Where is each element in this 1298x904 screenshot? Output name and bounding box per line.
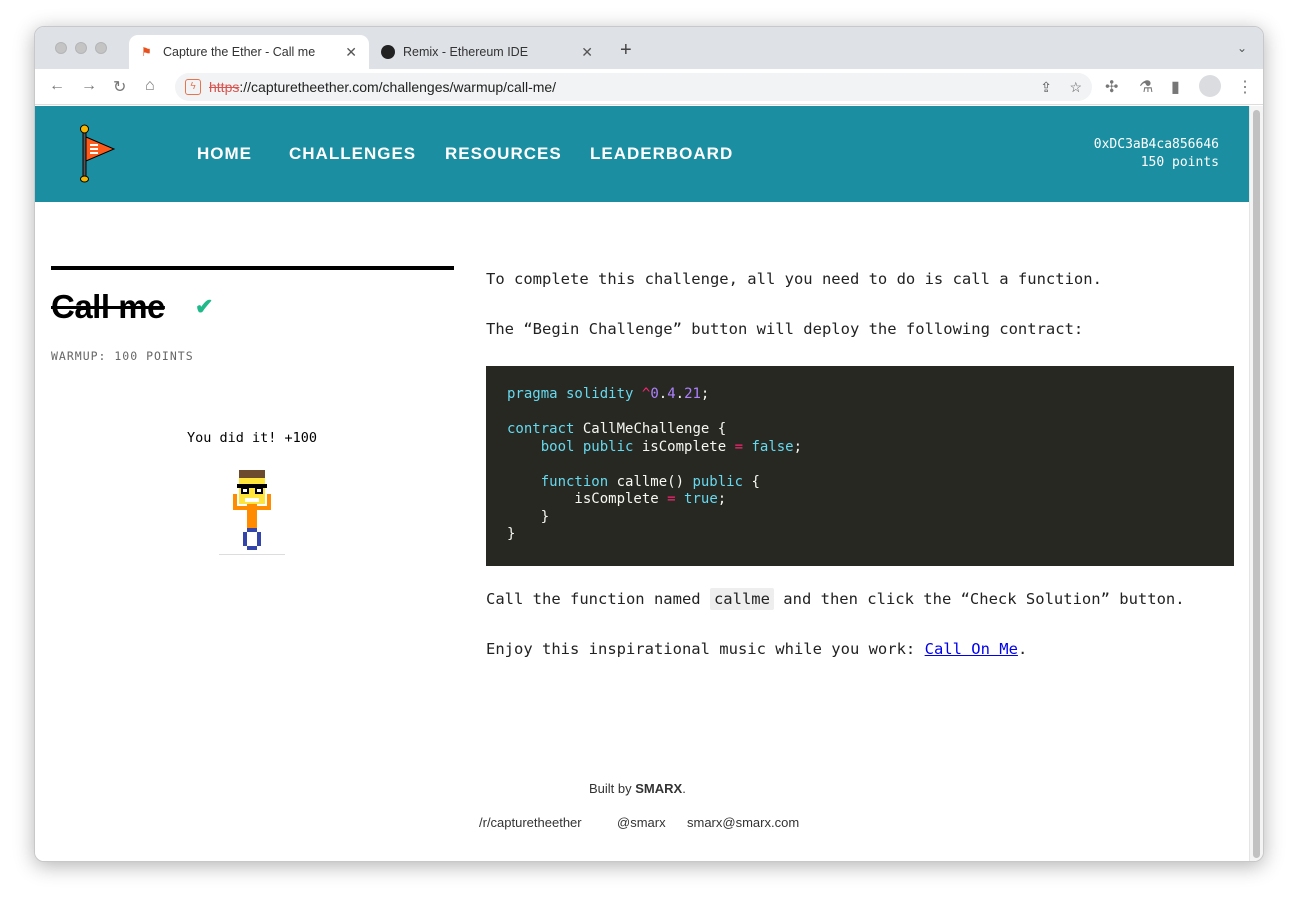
url-scheme: https <box>209 79 240 95</box>
new-tab-icon[interactable]: + <box>620 39 632 62</box>
site-header: HOME CHALLENGES RESOURCES LEADERBOARD 0x… <box>35 106 1251 202</box>
instruction-pre: Call the function named <box>486 590 710 608</box>
intro-text: To complete this challenge, all you need… <box>486 270 1102 288</box>
back-icon[interactable]: ← <box>49 77 65 95</box>
instruction-text: Call the function named callme and then … <box>486 588 1185 610</box>
tab-title: Remix - Ethereum IDE <box>403 45 529 59</box>
bookmark-star-icon[interactable]: ☆ <box>1069 79 1082 96</box>
account-points: 150 points <box>1140 155 1219 170</box>
page: HOME CHALLENGES RESOURCES LEADERBOARD 0x… <box>35 106 1251 861</box>
maximize-window-button[interactable] <box>95 42 107 54</box>
email-link[interactable]: smarx@smarx.com <box>687 815 799 830</box>
built-by: Built by SMARX. <box>589 781 686 796</box>
scrollbar[interactable] <box>1249 106 1263 861</box>
tab-strip: ⚑ Capture the Ether - Call me ✕ Remix - … <box>35 27 1263 69</box>
extensions-icon[interactable]: ✣ <box>1105 77 1118 97</box>
close-tab-icon[interactable]: ✕ <box>345 44 357 61</box>
result-message: You did it! +100 <box>187 430 318 446</box>
account-info: 0xDC3aB4ca856646 150 points <box>1094 136 1219 172</box>
side-panel-icon[interactable]: ▮ <box>1171 77 1180 97</box>
reload-icon[interactable]: ↻ <box>113 77 126 97</box>
inline-code-callme: callme <box>709 588 774 610</box>
close-window-button[interactable] <box>55 42 67 54</box>
account-address: 0xDC3aB4ca856646 <box>1093 137 1219 152</box>
built-by-label: Built by <box>589 781 636 796</box>
close-tab-icon[interactable]: ✕ <box>581 44 593 61</box>
reddit-link[interactable]: /r/capturetheether <box>479 815 582 830</box>
instruction-post: and then click the “Check Solution” butt… <box>773 590 1185 608</box>
challenge-category: WARMUP: 100 POINTS <box>51 349 194 363</box>
home-icon[interactable]: ⌂ <box>145 77 155 95</box>
browser-window: ⚑ Capture the Ether - Call me ✕ Remix - … <box>34 26 1264 862</box>
forward-icon[interactable]: → <box>81 77 97 95</box>
call-on-me-link[interactable]: Call On Me <box>925 640 1018 658</box>
nav-challenges[interactable]: CHALLENGES <box>289 144 416 164</box>
dancing-character-icon <box>219 470 285 555</box>
logo-flag-icon[interactable] <box>77 124 117 184</box>
nav-home[interactable]: HOME <box>197 144 252 164</box>
author-link[interactable]: SMARX <box>635 781 682 796</box>
tab-search-icon[interactable]: ⌄ <box>1237 41 1247 55</box>
tab-title: Capture the Ether - Call me <box>163 45 316 59</box>
toolbar: ← → ↻ ⌂ ϟ https://capturetheether.com/ch… <box>35 69 1263 105</box>
labs-icon[interactable]: ⚗ <box>1139 77 1153 97</box>
minimize-window-button[interactable] <box>75 42 87 54</box>
url-path: ://capturetheether.com/challenges/warmup… <box>239 79 557 95</box>
scrollbar-thumb[interactable] <box>1253 110 1260 858</box>
completed-check-icon: ✔ <box>195 294 214 319</box>
address-bar[interactable]: ϟ https://capturetheether.com/challenges… <box>175 73 1092 101</box>
menu-icon[interactable]: ⋮ <box>1237 77 1253 97</box>
remix-icon <box>381 45 395 59</box>
flag-icon: ⚑ <box>141 45 152 59</box>
not-secure-icon[interactable]: ϟ <box>185 79 201 95</box>
nav-leaderboard[interactable]: LEADERBOARD <box>590 144 733 164</box>
tab-capture-the-ether[interactable]: ⚑ Capture the Ether - Call me ✕ <box>129 35 369 69</box>
title-divider <box>51 266 454 270</box>
twitter-link[interactable]: @smarx <box>617 815 666 830</box>
music-text: Enjoy this inspirational music while you… <box>486 640 1027 658</box>
music-pre: Enjoy this inspirational music while you… <box>486 640 925 658</box>
share-icon[interactable]: ⇪ <box>1040 79 1052 96</box>
period: . <box>682 781 686 796</box>
tab-remix[interactable]: Remix - Ethereum IDE ✕ <box>369 35 605 69</box>
music-post: . <box>1017 640 1028 658</box>
profile-avatar[interactable] <box>1199 75 1221 97</box>
contract-code-block: pragma solidity ^0.4.21; contract CallMe… <box>486 366 1234 566</box>
deploy-text: The “Begin Challenge” button will deploy… <box>486 320 1084 338</box>
challenge-title: Call me <box>51 288 165 325</box>
nav-resources[interactable]: RESOURCES <box>445 144 562 164</box>
